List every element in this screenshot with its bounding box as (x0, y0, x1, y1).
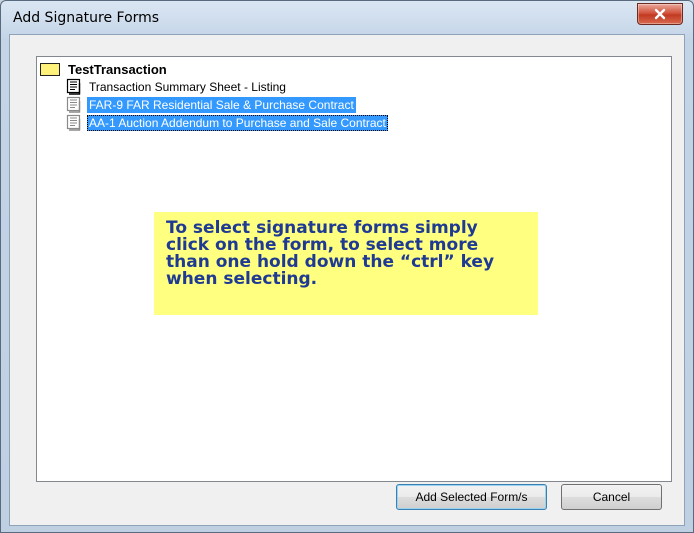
add-selected-forms-button[interactable]: Add Selected Form/s (396, 484, 547, 510)
tree-root-label: TestTransaction (68, 61, 167, 77)
folder-icon (40, 62, 60, 76)
close-button[interactable] (637, 3, 683, 25)
tree-root[interactable]: TestTransaction (40, 61, 167, 77)
close-icon (654, 8, 666, 20)
tree-item-label: FAR-9 FAR Residential Sale & Purchase Co… (87, 97, 356, 113)
tree-item-label: AA-1 Auction Addendum to Purchase and Sa… (87, 115, 388, 131)
title-bar[interactable]: Add Signature Forms (1, 1, 693, 35)
tree-item-transaction-summary[interactable]: Transaction Summary Sheet - Listing (66, 78, 288, 96)
tree-item-aa-1[interactable]: AA-1 Auction Addendum to Purchase and Sa… (66, 114, 388, 132)
callout-text: To select signature forms simply click o… (166, 218, 495, 289)
document-icon (66, 96, 84, 114)
cancel-button[interactable]: Cancel (561, 484, 662, 510)
tree-item-far-9[interactable]: FAR-9 FAR Residential Sale & Purchase Co… (66, 96, 356, 114)
document-icon (66, 114, 84, 132)
tree-item-label: Transaction Summary Sheet - Listing (89, 80, 286, 94)
window-title: Add Signature Forms (13, 10, 160, 26)
document-icon (66, 78, 84, 96)
instruction-callout: To select signature forms simply click o… (154, 212, 538, 315)
